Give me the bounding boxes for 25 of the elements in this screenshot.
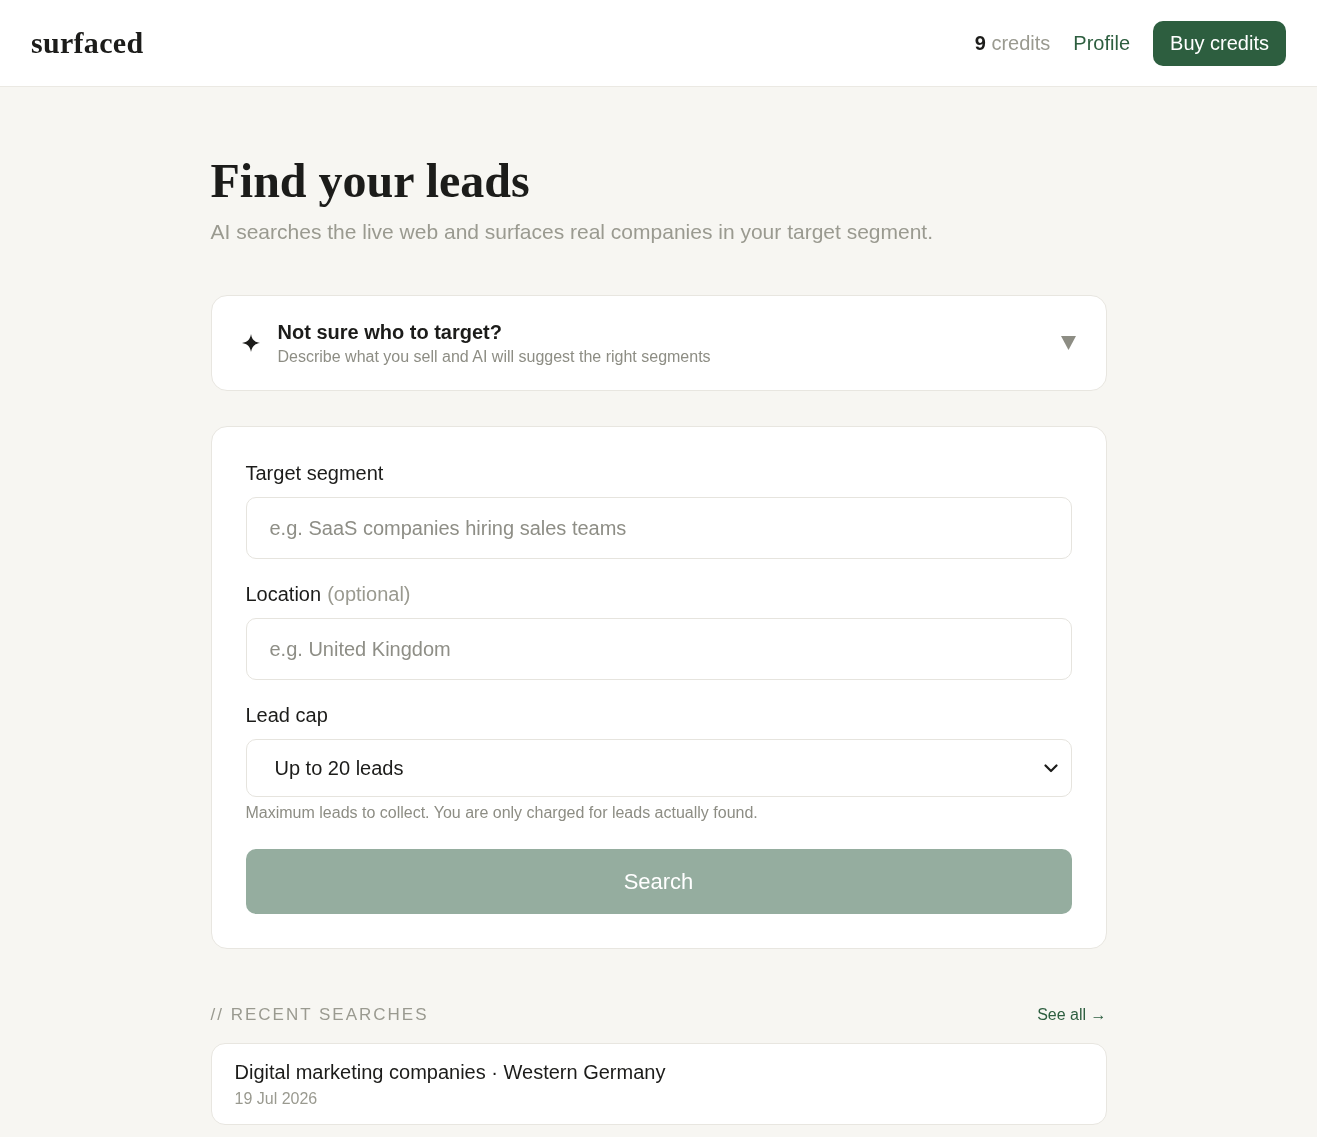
chevron-down-icon	[1043, 763, 1058, 773]
suggest-description: Describe what you sell and AI will suggest the right segments	[277, 346, 712, 367]
caret-icon[interactable]	[1060, 336, 1076, 350]
optional-note: (optional)	[327, 582, 411, 606]
buy-credits-button[interactable]: Buy credits	[1153, 20, 1286, 66]
credits-count: 9 credits	[974, 31, 1051, 55]
field-hint: Maximum leads to collect. You are only charged for leads actually found.	[245, 803, 759, 823]
recent-search-date: 19 Jul 2026	[234, 1089, 319, 1109]
recent-search-title: Digital marketing companies · Western Germany	[234, 1060, 667, 1084]
input-field[interactable]: e.g. United Kingdom	[245, 618, 1072, 680]
page-subtitle: AI searches the live web and surfaces real companies in your target segment.	[210, 219, 935, 245]
lead-cap-select[interactable]: Up to 20 leads	[245, 739, 1072, 797]
suggest-panel[interactable]: Not sure who to target? Describe what you sell and AI will suggest the right segments	[210, 295, 1107, 391]
recent-search-card[interactable]: Digital marketing companies · Western Germany 19 Jul 2026	[210, 1043, 1107, 1125]
field-label: Target segment	[245, 461, 384, 485]
field-label: Lead cap	[245, 703, 328, 727]
profile-link[interactable]: Profile	[1073, 31, 1131, 55]
see-all-link[interactable]: See all →	[1037, 1006, 1107, 1024]
sparkle-icon	[241, 334, 260, 352]
page-title: Find your leads	[210, 153, 531, 209]
logo: surfaced	[31, 26, 144, 60]
input-field[interactable]: e.g. SaaS companies hiring sales teams	[245, 497, 1072, 559]
suggest-title: Not sure who to target?	[277, 319, 503, 344]
field-label: Location	[245, 582, 322, 606]
section-heading: // RECENT SEARCHES	[210, 1004, 429, 1026]
